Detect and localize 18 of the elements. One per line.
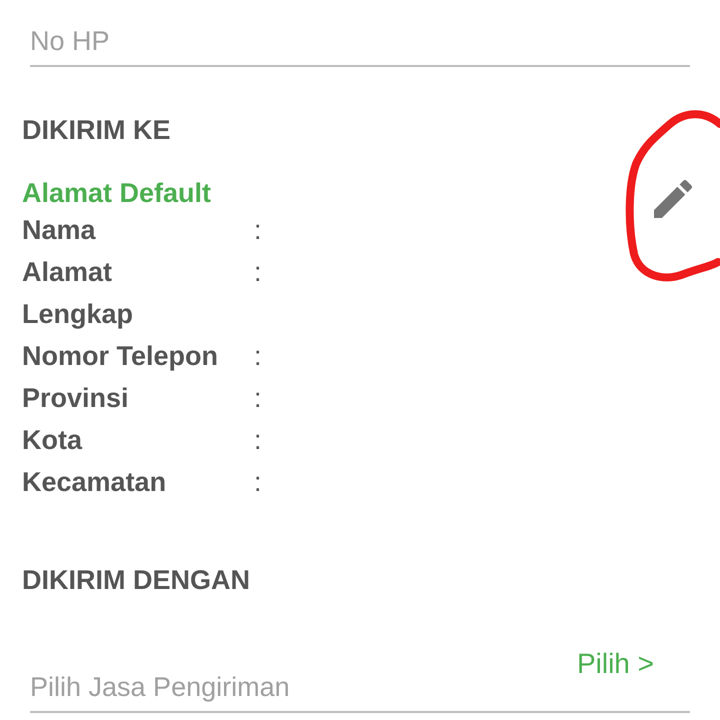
address-label: Alamat Default (22, 178, 212, 209)
field-label: Nama (22, 214, 97, 247)
field-separator: : (254, 382, 263, 415)
field-separator: : (254, 256, 263, 289)
edit-icon[interactable] (654, 180, 692, 218)
choose-link[interactable]: Pilih > (576, 648, 654, 680)
phone-field[interactable]: No HP (30, 0, 690, 67)
field-separator: : (254, 340, 263, 373)
field-label: Nomor Telepon (22, 340, 220, 373)
section-heading: DIKIRIM KE (22, 115, 172, 146)
field-separator: : (254, 466, 263, 499)
field-label: Provinsi (22, 382, 130, 415)
field-label: Alamat Lengkap (22, 256, 134, 331)
field-separator: : (254, 214, 263, 247)
section-heading: DIKIRIM DENGAN (22, 565, 251, 596)
field-separator: : (254, 424, 263, 457)
field-label: Kecamatan (22, 466, 168, 499)
field-label: Kota (22, 424, 84, 457)
